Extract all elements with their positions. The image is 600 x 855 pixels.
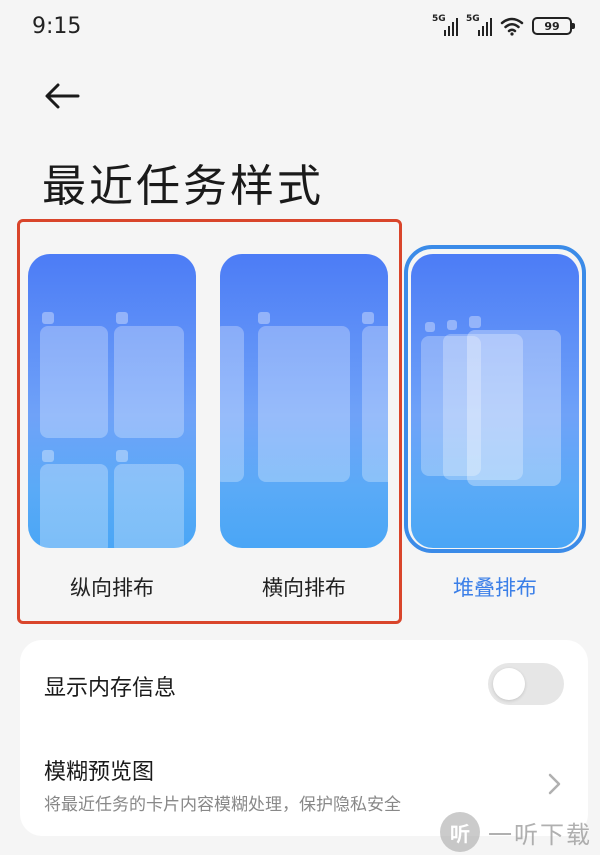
- blur-preview-label: 模糊预览图: [44, 760, 155, 785]
- memory-info-label: 显示内存信息: [44, 676, 177, 701]
- status-time: 9:15: [32, 14, 82, 39]
- option-label: 纵向排布: [70, 576, 154, 600]
- toggle-knob: [493, 668, 525, 700]
- memory-info-toggle[interactable]: [488, 663, 564, 705]
- watermark: 听 一听下载: [440, 812, 592, 852]
- style-option-vertical[interactable]: 纵向排布: [28, 254, 196, 604]
- style-option-stacked[interactable]: 堆叠排布: [411, 254, 579, 604]
- settings-card: 显示内存信息 模糊预览图 将最近任务的卡片内容模糊处理，保护隐私安全: [20, 640, 588, 836]
- preview-stacked: [411, 254, 579, 548]
- arrow-left-icon: [45, 83, 80, 109]
- status-bar: 9:15 5G 5G 99: [0, 0, 600, 56]
- option-label: 横向排布: [262, 576, 346, 600]
- battery-icon: 99: [532, 17, 575, 35]
- blur-preview-description: 将最近任务的卡片内容模糊处理，保护隐私安全: [44, 795, 401, 815]
- preview-horizontal: [220, 254, 388, 548]
- signal-icon-2: 5G: [466, 14, 492, 36]
- watermark-logo: 听: [440, 812, 480, 852]
- wifi-icon: [500, 17, 524, 36]
- option-label: 堆叠排布: [453, 576, 537, 600]
- back-button[interactable]: [38, 76, 86, 116]
- watermark-text: 一听下载: [488, 820, 592, 849]
- page-title: 最近任务样式: [42, 161, 324, 212]
- preview-vertical: [28, 254, 196, 548]
- status-icons: 5G 5G 99: [432, 14, 575, 36]
- chevron-right-icon: [548, 773, 561, 795]
- style-option-horizontal[interactable]: 横向排布: [220, 254, 388, 604]
- signal-icon: 5G: [432, 14, 458, 36]
